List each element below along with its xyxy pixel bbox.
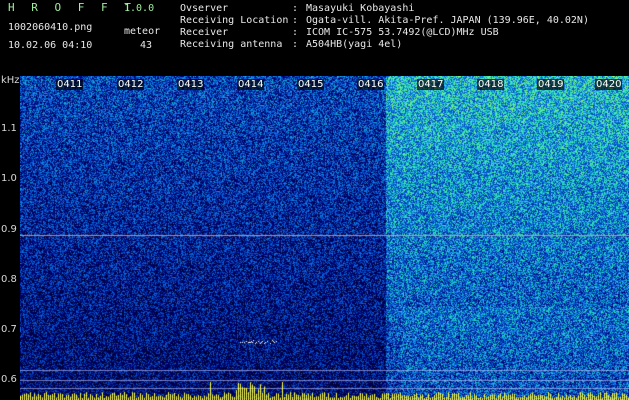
app-title: H R O F F T [8,1,136,14]
y-axis-unit: kHz [1,75,20,86]
y-tick-label: 0.7 [1,324,17,335]
time-tick-label: 0412 [117,79,145,90]
observer-colon: : [292,3,299,14]
file-name: 1002060410.png [8,22,93,33]
time-tick-label: 0415 [297,79,325,90]
spectrogram-panel: kHz 1.1 1.0 0.9 0.8 0.7 0.6 0411 0412 04… [0,75,629,400]
antenna-label: Receiving antenna [180,39,283,50]
time-tick-label: 0416 [357,79,385,90]
observer-label: Ovserver [180,3,229,14]
observer-value: Masayuki Kobayashi [306,3,415,14]
location-label: Receiving Location [180,15,289,26]
time-tick-label: 0419 [537,79,565,90]
time-tick-label: 0411 [56,79,84,90]
y-tick-label: 1.0 [1,173,17,184]
location-colon: : [292,15,299,26]
receiver-value: ICOM IC-575 53.7492(@LCD)MHz USB [306,27,499,38]
time-tick-label: 0414 [237,79,265,90]
time-tick-label: 0420 [595,79,623,90]
receiver-colon: : [292,27,299,38]
spectrogram-axes: kHz 1.1 1.0 0.9 0.8 0.7 0.6 0411 0412 04… [0,75,629,400]
time-tick-label: 0413 [177,79,205,90]
antenna-value: A504HB(yagi 4el) [306,39,403,50]
header-panel: H R O F F T 1.0.0 1002060410.png 10.02.0… [0,0,629,76]
location-value: Ogata-vill. Akita-Pref. JAPAN (139.96E, … [306,15,589,26]
receiver-label: Receiver [180,27,229,38]
time-tick-label: 0418 [477,79,505,90]
capture-datetime: 10.02.06 04:10 [8,40,93,51]
meteor-count: 43 [140,40,153,51]
antenna-colon: : [292,39,299,50]
time-tick-label: 0417 [417,79,445,90]
y-tick-label: 0.8 [1,274,17,285]
y-tick-label: 0.9 [1,224,17,235]
y-tick-label: 1.1 [1,123,17,134]
app-version: 1.0.0 [124,3,155,14]
y-tick-label: 0.6 [1,374,17,385]
meteor-label: meteor [124,26,161,37]
